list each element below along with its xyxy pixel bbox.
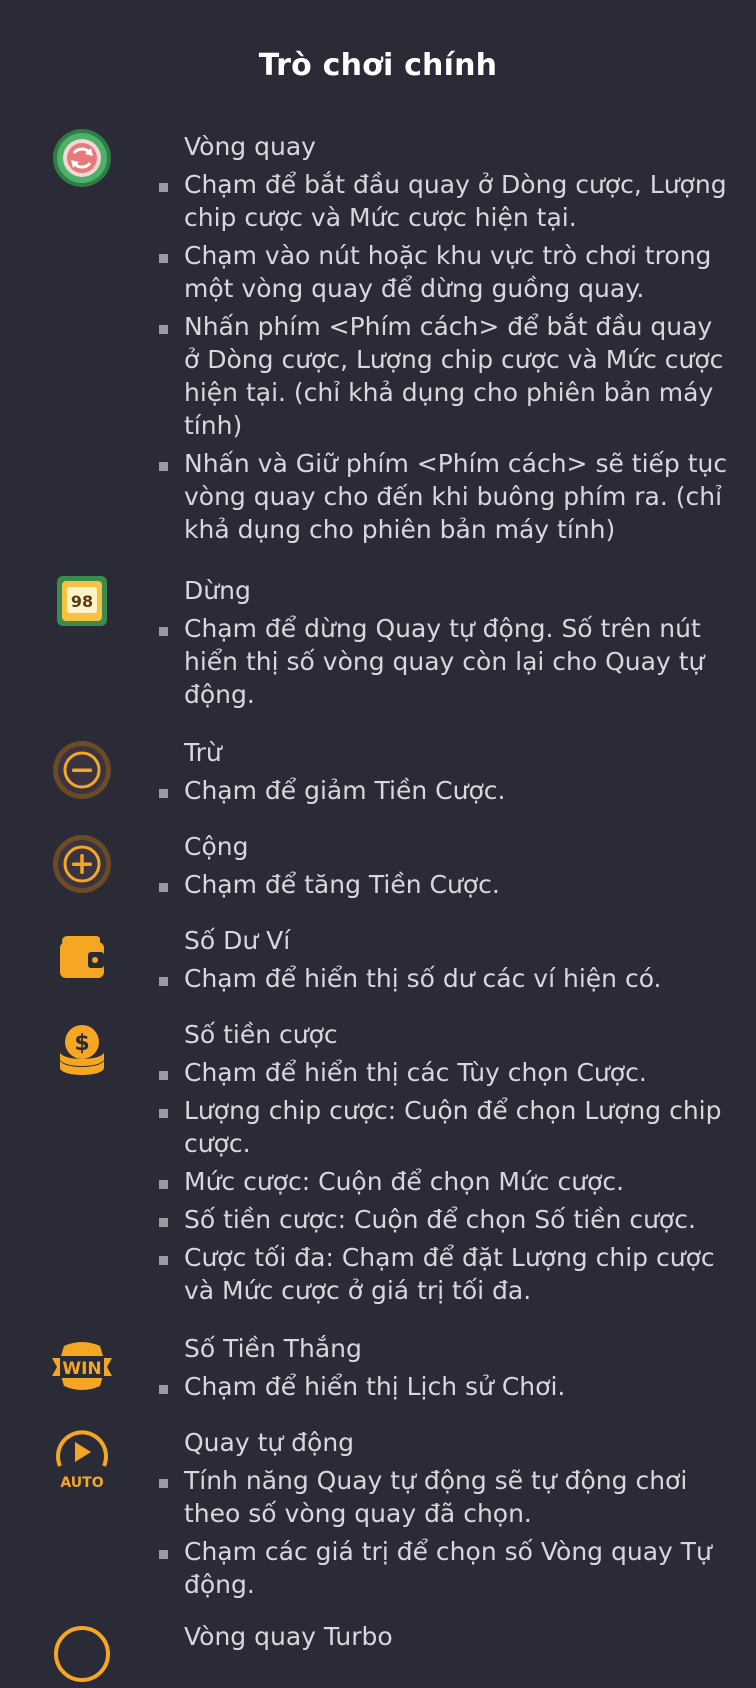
bullet-item: Chạm để tăng Tiền Cược. [159, 868, 734, 901]
bullet-item: Chạm để hiển thị các Tùy chọn Cược. [159, 1056, 734, 1089]
autoplay-icon: AUTO [52, 1428, 116, 1492]
section-title: Số tiền cược [184, 1020, 338, 1049]
section-title: Cộng [184, 832, 249, 861]
bullet-list: Chạm để hiển thị Lịch sử Chơi. [159, 1370, 734, 1408]
bullet-list: Chạm để hiển thị các Tùy chọn Cược. Lượn… [159, 1056, 734, 1312]
win-icon: WIN [50, 1336, 114, 1400]
bullet-item: Chạm các giá trị để chọn số Vòng quay Tự… [159, 1535, 734, 1601]
bullet-item: Chạm để dừng Quay tự động. Số trên nút h… [159, 612, 734, 711]
turbo-icon [52, 1624, 116, 1688]
section-title: Trừ [184, 738, 222, 767]
bullet-item: Chạm vào nút hoặc khu vực trò chơi trong… [159, 239, 734, 305]
bullet-item: Chạm để giảm Tiền Cược. [159, 774, 734, 807]
bullet-list: Chạm để giảm Tiền Cược. [159, 774, 734, 812]
section-title: Số Dư Ví [184, 926, 291, 955]
stop-icon: 98 [55, 574, 119, 638]
bullet-item: Chạm để hiển thị số dư các ví hiện có. [159, 962, 734, 995]
plus-icon [50, 832, 114, 896]
section-title: Vòng quay Turbo [184, 1622, 393, 1651]
wallet-icon [56, 930, 120, 994]
bullet-item: Mức cược: Cuộn để chọn Mức cược. [159, 1165, 734, 1198]
bullet-item: Chạm để bắt đầu quay ở Dòng cược, Lượng … [159, 168, 734, 234]
bullet-item: Cược tối đa: Chạm để đặt Lượng chip cược… [159, 1241, 734, 1307]
coins-icon: $ [54, 1022, 118, 1086]
spin-icon [50, 126, 114, 190]
bullet-list: Chạm để dừng Quay tự động. Số trên nút h… [159, 612, 734, 716]
page-title: Trò chơi chính [258, 48, 498, 83]
bullet-item: Tính năng Quay tự động sẽ tự động chơi t… [159, 1464, 734, 1530]
section-title: Vòng quay [184, 132, 316, 161]
section-title: Quay tự động [184, 1428, 355, 1457]
section-title: Dừng [184, 576, 251, 605]
section-title: Số Tiền Thắng [184, 1334, 362, 1363]
stop-icon-counter: 98 [71, 592, 93, 611]
autoplay-icon-label: AUTO [60, 1475, 103, 1491]
minus-icon [50, 738, 114, 802]
bullet-item: Nhấn và Giữ phím <Phím cách> sẽ tiếp tục… [159, 447, 734, 546]
win-icon-label: WIN [62, 1359, 101, 1379]
bullet-item: Lượng chip cược: Cuộn để chọn Lượng chip… [159, 1094, 734, 1160]
bullet-item: Số tiền cược: Cuộn để chọn Số tiền cược. [159, 1203, 734, 1236]
svg-text:$: $ [74, 1031, 89, 1056]
bullet-list: Chạm để bắt đầu quay ở Dòng cược, Lượng … [159, 168, 734, 551]
bullet-list: Chạm để tăng Tiền Cược. [159, 868, 734, 906]
bullet-list: Chạm để hiển thị số dư các ví hiện có. [159, 962, 734, 1000]
bullet-item: Chạm để hiển thị Lịch sử Chơi. [159, 1370, 734, 1403]
bullet-list: Tính năng Quay tự động sẽ tự động chơi t… [159, 1464, 734, 1606]
bullet-item: Nhấn phím <Phím cách> để bắt đầu quay ở … [159, 310, 734, 442]
